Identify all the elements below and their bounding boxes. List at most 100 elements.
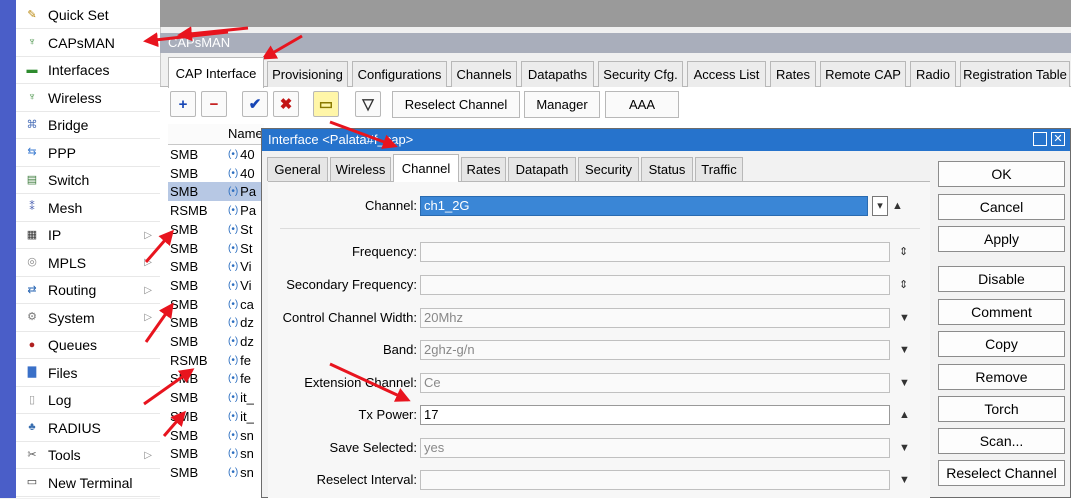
scan-button[interactable]: Scan... <box>938 428 1065 454</box>
add-button[interactable]: + <box>170 91 196 117</box>
table-row[interactable]: SMB (•) St <box>168 239 264 258</box>
table-row[interactable]: RSMB (•) fe <box>168 351 264 370</box>
tab-security-cfg-[interactable]: Security Cfg. <box>598 61 683 87</box>
tab-remote-cap[interactable]: Remote CAP <box>820 61 906 87</box>
tab-configurations[interactable]: Configurations <box>352 61 447 87</box>
menu-item-routing[interactable]: ⇄ Routing ▷ <box>16 277 160 304</box>
table-row[interactable]: SMB (•) it_ <box>168 407 264 426</box>
table-row[interactable]: SMB (•) 40 <box>168 164 264 183</box>
table-row[interactable]: SMB (•) it_ <box>168 388 264 407</box>
secondary-frequency-field[interactable] <box>420 275 890 295</box>
disable-button[interactable]: ✖ <box>273 91 299 117</box>
dialog-tab-security[interactable]: Security <box>578 157 639 181</box>
comment-button[interactable]: ▭ <box>313 91 339 117</box>
row-flags: SMB <box>170 334 199 349</box>
collapse-icon[interactable]: ▲ <box>899 405 910 425</box>
menu-item-new-terminal[interactable]: ▭ New Terminal <box>16 470 160 497</box>
enable-button[interactable]: ✔ <box>242 91 268 117</box>
remove-button[interactable]: Remove <box>938 364 1065 390</box>
name-column-header[interactable]: Name <box>228 126 263 141</box>
dialog-tab-rates[interactable]: Rates <box>461 157 506 181</box>
menu-item-system[interactable]: ⚙ System ▷ <box>16 305 160 332</box>
dialog-tab-datapath[interactable]: Datapath <box>508 157 576 181</box>
table-row[interactable]: SMB (•) dz <box>168 332 264 351</box>
comment-button[interactable]: Comment <box>938 299 1065 325</box>
dialog-tab-status[interactable]: Status <box>641 157 693 181</box>
table-row[interactable]: SMB (•) St <box>168 220 264 239</box>
reselect-interval-field[interactable] <box>420 470 890 490</box>
menu-item-files[interactable]: ▇ Files <box>16 360 160 387</box>
menu-item-queues[interactable]: ● Queues <box>16 332 160 359</box>
reselect-channel-button[interactable]: Reselect Channel <box>392 91 520 118</box>
table-row[interactable]: SMB (•) Pa <box>168 182 264 202</box>
dialog-tab-wireless[interactable]: Wireless <box>330 157 391 181</box>
channel-field[interactable]: ch1_2G <box>420 196 868 216</box>
menu-item-wireless[interactable]: ♆ Wireless <box>16 85 160 112</box>
table-row[interactable]: SMB (•) sn <box>168 444 264 463</box>
remove-button[interactable]: − <box>201 91 227 117</box>
menu-item-mesh[interactable]: ⁑ Mesh <box>16 195 160 222</box>
tab-provisioning[interactable]: Provisioning <box>267 61 348 87</box>
maximize-icon[interactable] <box>1033 132 1047 146</box>
filter-button[interactable]: ▽ <box>355 91 381 117</box>
menu-item-switch[interactable]: ▤ Switch <box>16 167 160 194</box>
dialog-tab-general[interactable]: General <box>267 157 328 181</box>
menu-item-bridge[interactable]: ⌘ Bridge <box>16 112 160 139</box>
table-row[interactable]: SMB (•) sn <box>168 426 264 445</box>
tab-radio[interactable]: Radio <box>910 61 956 87</box>
dropdown-icon[interactable]: ▼ <box>899 373 910 393</box>
apply-button[interactable]: Apply <box>938 226 1065 252</box>
torch-button[interactable]: Torch <box>938 396 1065 422</box>
cancel-button[interactable]: Cancel <box>938 194 1065 220</box>
dialog-tab-traffic[interactable]: Traffic <box>695 157 743 181</box>
dialog-title[interactable]: Interface <Palata#f_cap> <box>262 129 1070 151</box>
menu-item-ppp[interactable]: ⇆ PPP <box>16 140 160 167</box>
close-icon[interactable]: ✕ <box>1051 132 1065 146</box>
tab-channels[interactable]: Channels <box>451 61 517 87</box>
dropdown-icon[interactable]: ▼ <box>899 308 910 328</box>
menu-item-capsman[interactable]: ♆ CAPsMAN <box>16 30 160 57</box>
tab-access-list[interactable]: Access List <box>687 61 766 87</box>
table-row[interactable]: SMB (•) Vi <box>168 257 264 276</box>
table-row[interactable]: SMB (•) ca <box>168 295 264 314</box>
table-row[interactable]: SMB (•) sn <box>168 463 264 482</box>
dropdown-icon[interactable]: ▼ <box>899 438 910 458</box>
menu-item-quick-set[interactable]: ✎ Quick Set <box>16 2 160 29</box>
tab-rates[interactable]: Rates <box>770 61 816 87</box>
save-selected-field[interactable]: yes <box>420 438 890 458</box>
secondary-frequency-label: Secondary Frequency: <box>286 277 417 292</box>
aaa-button[interactable]: AAA <box>605 91 679 118</box>
tab-datapaths[interactable]: Datapaths <box>521 61 594 87</box>
copy-button[interactable]: Copy <box>938 331 1065 357</box>
ok-button[interactable]: OK <box>938 161 1065 187</box>
menu-item-log[interactable]: ▯ Log <box>16 387 160 414</box>
dialog-tab-channel[interactable]: Channel <box>393 154 459 182</box>
dropdown-icon[interactable]: ▼ <box>899 470 910 490</box>
dropdown-icon[interactable]: ▼ <box>899 340 910 360</box>
tx-power-field[interactable]: 17 <box>420 405 890 425</box>
table-row[interactable]: SMB (•) dz <box>168 313 264 332</box>
table-row[interactable]: SMB (•) Vi <box>168 276 264 295</box>
manager-button[interactable]: Manager <box>524 91 600 118</box>
reselect-channel-button[interactable]: Reselect Channel <box>938 460 1065 486</box>
menu-item-radius[interactable]: ♣ RADIUS <box>16 415 160 442</box>
menu-item-ip[interactable]: ▦ IP ▷ <box>16 222 160 249</box>
collapse-icon[interactable]: ▲ <box>892 196 903 216</box>
table-row[interactable]: SMB (•) 40 <box>168 145 264 164</box>
dropdown-icon[interactable]: ▾ <box>872 196 888 216</box>
control-channel-width-field[interactable]: 20Mhz <box>420 308 890 328</box>
spinner-icon[interactable]: ⇕ <box>899 275 908 295</box>
spinner-icon[interactable]: ⇕ <box>899 242 908 262</box>
disable-button[interactable]: Disable <box>938 266 1065 292</box>
menu-item-mpls[interactable]: ◎ MPLS ▷ <box>16 250 160 277</box>
tab-registration-table[interactable]: Registration Table <box>960 61 1070 87</box>
extension-channel-field[interactable]: Ce <box>420 373 890 393</box>
tab-cap-interface[interactable]: CAP Interface <box>168 57 264 88</box>
table-row[interactable]: RSMB (•) Pa <box>168 201 264 220</box>
menu-item-tools[interactable]: ✂ Tools ▷ <box>16 442 160 469</box>
band-field[interactable]: 2ghz-g/n <box>420 340 890 360</box>
table-row[interactable]: SMB (•) fe <box>168 369 264 388</box>
menu-item-interfaces[interactable]: ▬ Interfaces <box>16 57 160 84</box>
row-name-cell: (•) sn <box>228 444 254 463</box>
frequency-field[interactable] <box>420 242 890 262</box>
